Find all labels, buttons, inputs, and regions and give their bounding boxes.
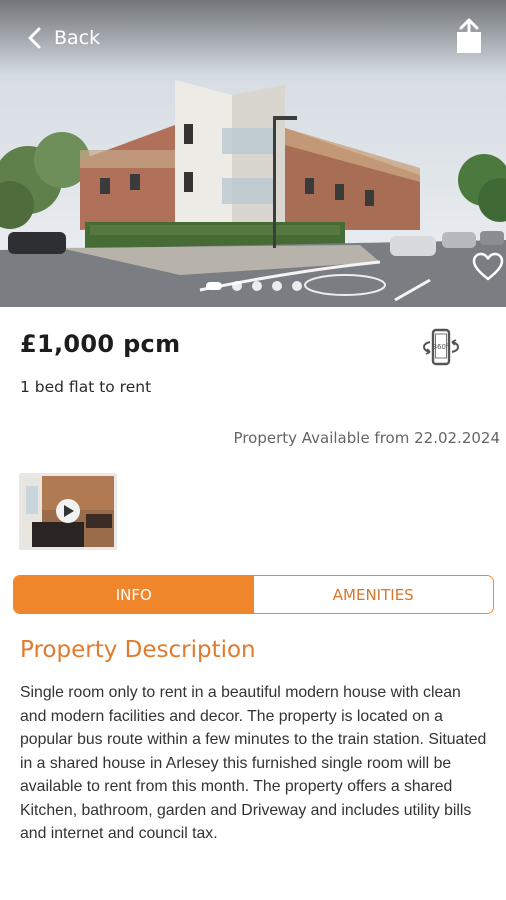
chevron-left-icon	[28, 27, 41, 49]
tab-info[interactable]: INFO	[14, 576, 254, 613]
vr-badge-label: 360°	[433, 343, 450, 351]
carousel-dot[interactable]	[206, 282, 222, 290]
availability-date: Property Available from 22.02.2024	[233, 429, 500, 447]
back-label: Back	[54, 27, 101, 49]
carousel-dot[interactable]	[232, 281, 242, 291]
video-thumbnail[interactable]	[19, 473, 117, 550]
property-photo-carousel[interactable]: Back	[0, 0, 506, 307]
carousel-dot[interactable]	[292, 281, 302, 291]
description-title: Property Description	[20, 637, 256, 663]
detail-tabs: INFO AMENITIES	[13, 575, 494, 614]
heart-icon[interactable]	[472, 252, 504, 282]
360-view-icon[interactable]: 360°	[418, 328, 464, 368]
price: £1,000 pcm	[20, 330, 181, 358]
share-icon[interactable]	[452, 18, 486, 56]
description-body: Single room only to rent in a beautiful …	[20, 684, 487, 842]
property-type: 1 bed flat to rent	[20, 378, 152, 396]
video-preview	[22, 476, 114, 547]
tab-amenities[interactable]: AMENITIES	[253, 576, 493, 613]
back-button[interactable]: Back	[24, 22, 100, 54]
carousel-dot[interactable]	[252, 281, 262, 291]
carousel-indicators	[206, 281, 302, 291]
carousel-dot[interactable]	[272, 281, 282, 291]
